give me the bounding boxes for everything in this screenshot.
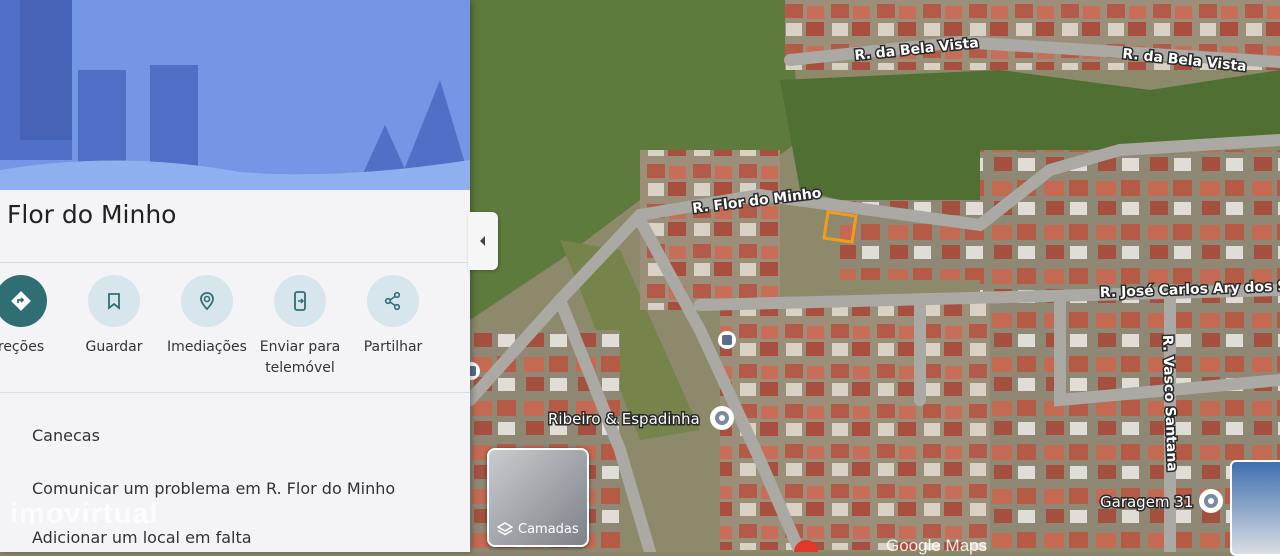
bookmark-icon — [108, 293, 120, 310]
directions-button[interactable]: reções — [0, 275, 67, 358]
nearby-icon — [200, 292, 214, 311]
layers-button[interactable]: Camadas — [487, 448, 589, 547]
street-view-thumbnail[interactable] — [1230, 460, 1280, 556]
layers-icon — [497, 522, 513, 536]
place-details-panel: Flor do Minho reções Guardar Imediações — [0, 0, 470, 552]
report-problem-link[interactable]: Comunicar um problema em R. Flor do Minh… — [32, 479, 395, 498]
nearby-button[interactable]: Imediações — [161, 275, 253, 358]
poi-label-garagem: Garagem 31 — [1100, 493, 1193, 511]
poi-label-ribeiro: Ribeiro & Espadinha — [548, 410, 700, 428]
google-maps-attribution: Google Maps — [886, 536, 988, 555]
send-to-phone-label: Enviar para telemóvel — [259, 339, 341, 376]
place-title: Flor do Minho — [7, 200, 177, 229]
directions-icon — [11, 291, 31, 311]
divider — [0, 392, 470, 393]
share-icon — [384, 291, 401, 311]
chevron-left-icon — [480, 236, 485, 246]
collapse-panel-button[interactable] — [468, 212, 498, 270]
directions-label: reções — [0, 339, 45, 355]
send-to-phone-icon — [294, 291, 306, 311]
bus-stop-icon[interactable] — [718, 331, 736, 349]
save-label: Guardar — [85, 339, 143, 355]
layers-label: Camadas — [518, 521, 579, 537]
share-button[interactable]: Partilhar — [347, 275, 439, 358]
save-button[interactable]: Guardar — [68, 275, 160, 358]
place-hero-illustration — [0, 0, 470, 190]
nearby-label: Imediações — [167, 339, 247, 355]
send-to-phone-button[interactable]: Enviar para telemóvel — [254, 275, 346, 379]
list-item-canecas[interactable]: Canecas — [32, 426, 100, 445]
share-label: Partilhar — [363, 339, 423, 355]
divider — [0, 262, 470, 263]
imovirtual-watermark: imovirtual — [10, 498, 159, 530]
poi-garagem-31[interactable]: Garagem 31 — [1099, 489, 1223, 513]
